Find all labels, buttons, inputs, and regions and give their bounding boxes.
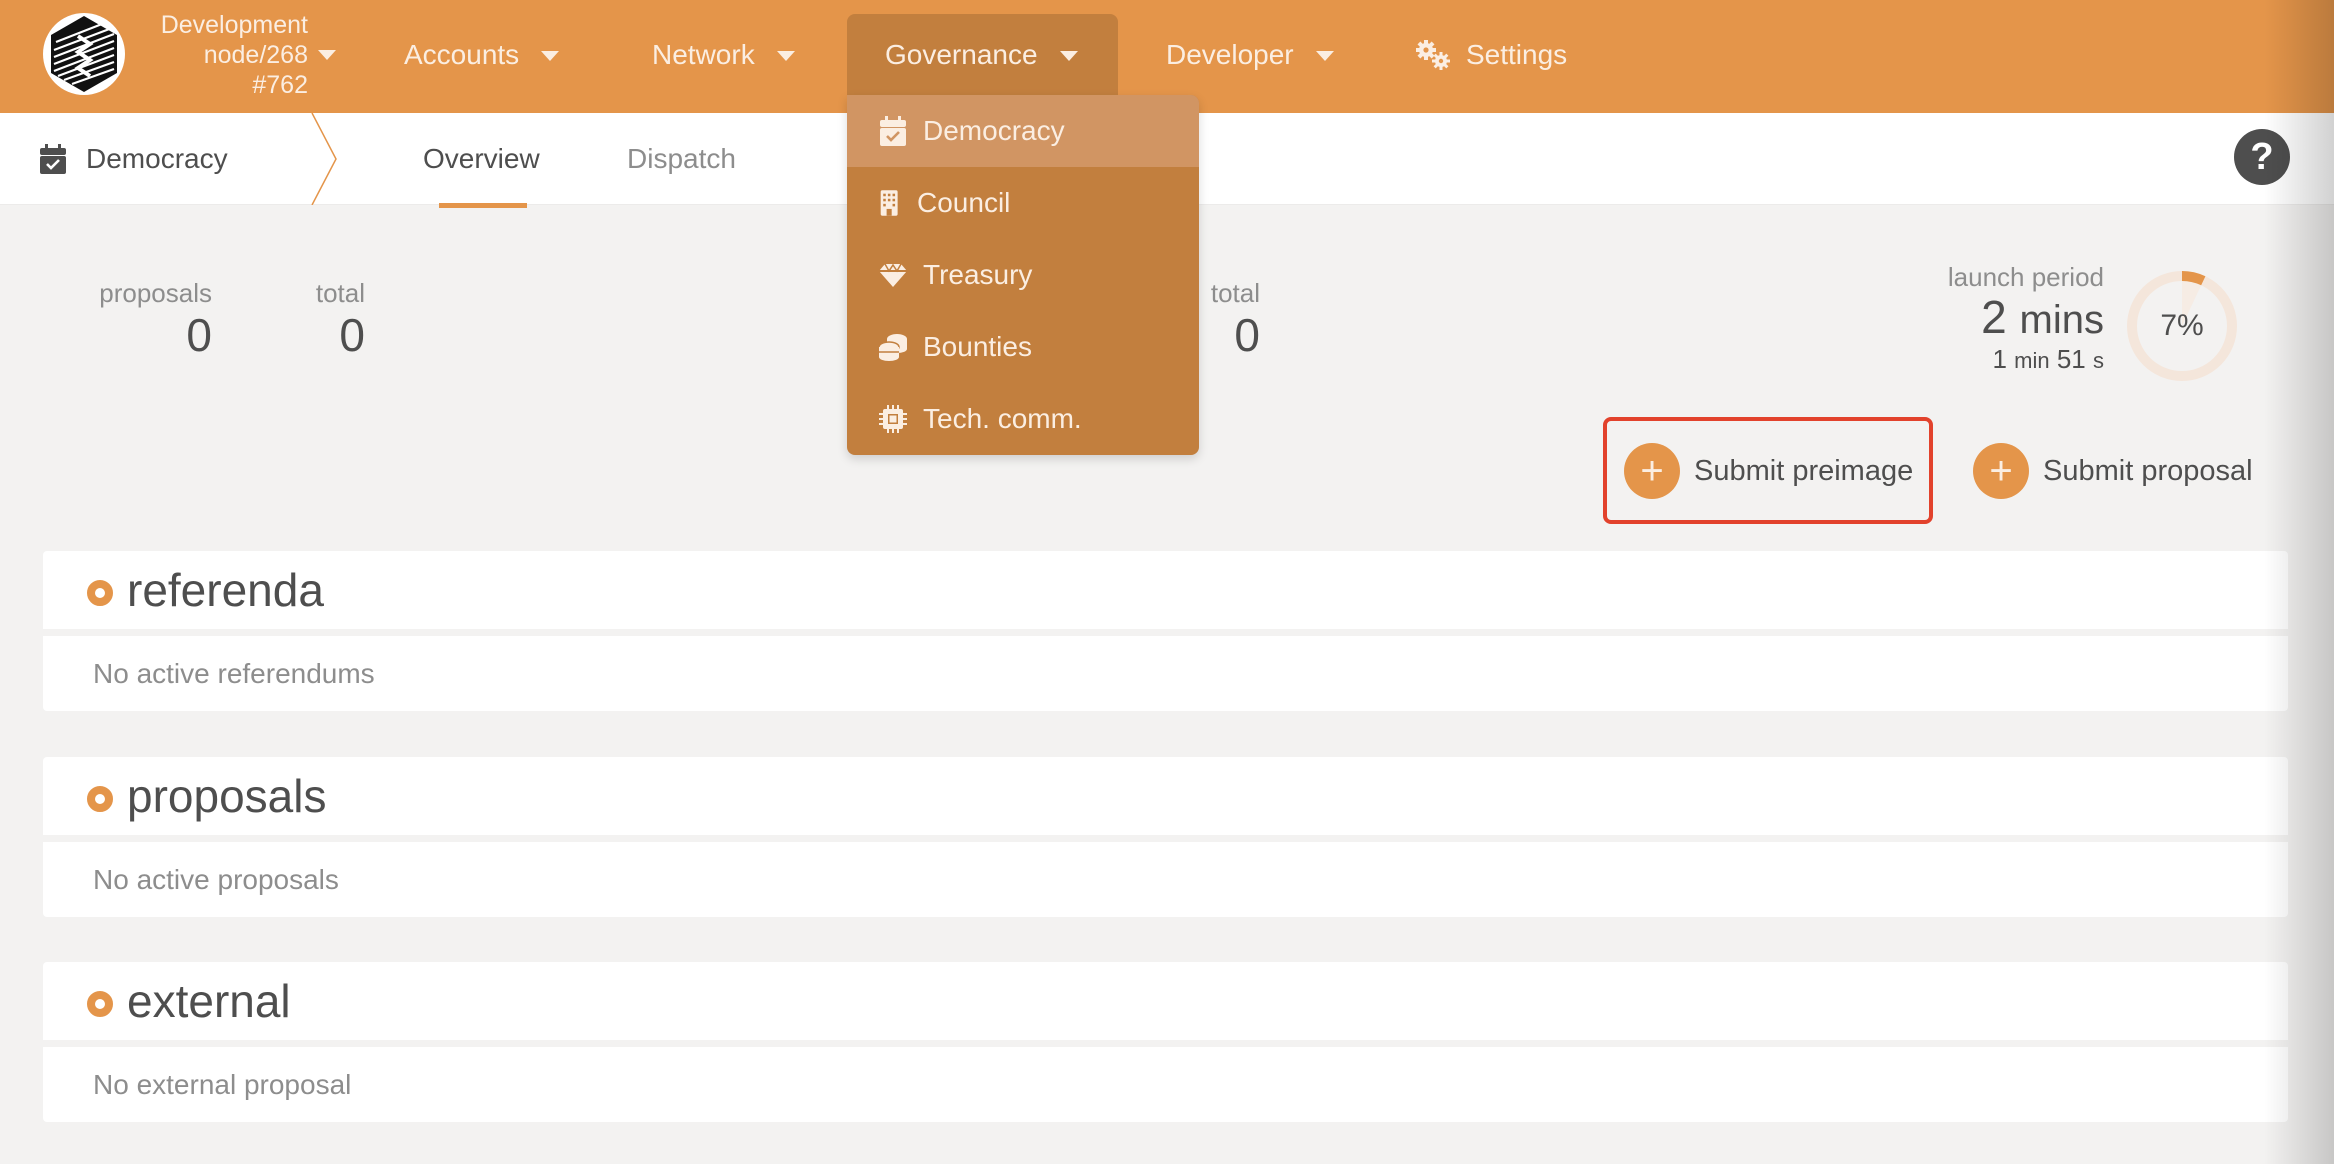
nav-label: Network [652,38,755,70]
section-title: external [127,975,291,1027]
help-button[interactable]: ? [2234,129,2290,185]
stat-label: proposals [99,278,212,308]
button-label: Submit proposal [2043,454,2253,487]
stat-label: total [315,278,365,308]
nav-accounts[interactable]: Accounts [366,14,597,95]
launch-total-unit: mins [2019,298,2104,342]
nav-label: Accounts [404,38,520,70]
chain-selector[interactable]: Development node/268 #762 [140,10,308,100]
chain-block: #762 [252,71,308,99]
menu-item-label: Bounties [923,331,1032,362]
breadcrumb-label: Democracy [86,143,228,174]
section-bullet-icon [87,786,113,812]
gear-icon [1416,39,1450,70]
calendar-check-icon [880,116,906,146]
chain-name: Development [160,11,308,39]
launch-period-label: launch period [1947,262,2104,292]
nav-governance[interactable]: Governance [847,14,1118,95]
remaining-sec-unit: s [2093,348,2104,373]
plus-icon: + [1624,443,1680,499]
section-title: referenda [127,564,324,616]
remaining-sec: 51 [2056,344,2086,374]
stat-label: total [1210,278,1260,308]
tab-overview[interactable]: Overview [423,113,540,205]
nav-label: Settings [1466,38,1568,70]
menu-item-treasury[interactable]: Treasury [847,239,1199,311]
menu-item-label: Democracy [923,115,1065,146]
menu-item-bounties[interactable]: Bounties [847,311,1199,383]
caret-down-icon [776,50,795,61]
menu-item-tech-comm[interactable]: Tech. comm. [847,383,1199,455]
remaining-min-unit: min [2014,348,2050,373]
launch-period-total: 2 mins [1948,292,2104,345]
breadcrumb-separator [311,113,337,205]
launch-period-remaining: 1 min 51 s [1948,345,2104,375]
gem-icon [879,263,907,287]
section-referenda-body: No active referendums [43,636,2288,711]
caret-down-icon [541,50,560,61]
chain-node: node/268 [203,41,308,69]
active-tab-indicator [439,203,527,208]
microchip-icon [879,405,907,433]
button-label: Submit preimage [1694,454,1914,487]
nav-network[interactable]: Network [614,14,833,95]
nav-settings[interactable]: Settings [1376,14,1605,95]
summary-proposals-total: total 0 [300,278,365,362]
section-referenda-header: referenda [43,551,2288,629]
launch-period: launch period 2 mins 1 min 51 s [1948,262,2104,375]
section-bullet-icon [87,580,113,606]
plus-icon: + [1973,443,2029,499]
section-external-body: No external proposal [43,1047,2288,1122]
summary-proposals: proposals 0 [90,278,212,362]
stat-value: 0 [339,309,365,361]
governance-dropdown-menu: Democracy Council Treasury Bounties Tech… [847,95,1199,455]
caret-down-icon [1059,50,1078,61]
section-proposals-header: proposals [43,757,2288,835]
stat-value: 0 [186,309,212,361]
breadcrumb: Democracy [40,113,228,205]
submit-preimage-button[interactable]: + Submit preimage [1624,436,1913,506]
coins-icon [879,334,907,361]
section-bullet-icon [87,991,113,1017]
caret-down-icon[interactable] [318,50,336,60]
tab-dispatch[interactable]: Dispatch [627,113,736,205]
stat-value: 0 [1234,309,1260,361]
section-title: proposals [127,770,327,822]
chain-logo-icon[interactable] [42,12,126,96]
launch-total-value: 2 [1981,291,2007,343]
menu-item-council[interactable]: Council [847,167,1199,239]
summary-referenda-total: total 0 [1200,278,1260,362]
section-proposals-body: No active proposals [43,842,2288,917]
menu-item-democracy[interactable]: Democracy [847,95,1199,167]
menu-item-label: Council [917,187,1011,218]
remaining-min: 1 [1992,344,2007,374]
menu-item-label: Tech. comm. [923,403,1082,434]
section-external-header: external [43,962,2288,1040]
menu-item-label: Treasury [923,259,1033,290]
building-icon [880,190,898,216]
caret-down-icon [1315,50,1334,61]
nav-label: Governance [885,38,1038,70]
calendar-check-icon [40,144,66,174]
submit-proposal-button[interactable]: + Submit proposal [1973,436,2253,506]
nav-label: Developer [1166,38,1294,70]
launch-progress-label: 7% [2160,309,2204,342]
nav-developer[interactable]: Developer [1128,14,1372,95]
